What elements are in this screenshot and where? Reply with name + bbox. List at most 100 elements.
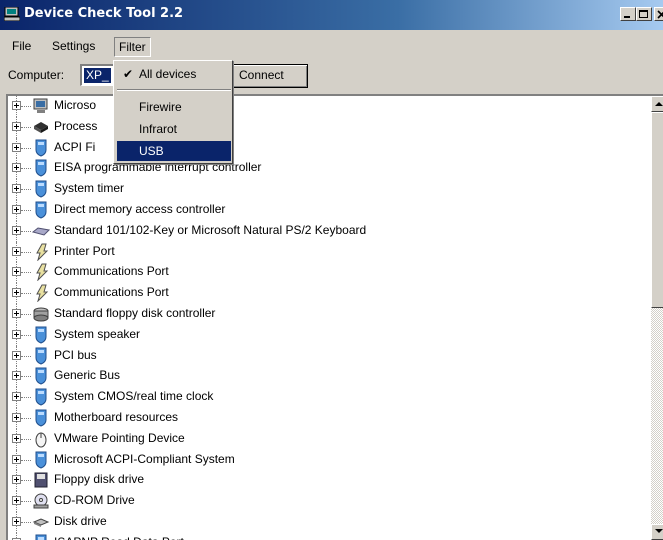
expand-plus-icon[interactable] — [12, 142, 21, 152]
tree-connector — [21, 376, 31, 378]
expand-plus-icon[interactable] — [12, 101, 21, 110]
expand-plus-icon[interactable] — [12, 371, 21, 381]
tree-connector — [21, 106, 31, 107]
expand-plus-icon[interactable] — [12, 267, 21, 277]
expand-plus-icon[interactable] — [12, 225, 21, 235]
expand-plus-icon[interactable] — [12, 308, 21, 318]
expand-plus-icon[interactable] — [12, 350, 21, 360]
device-icon — [32, 388, 50, 406]
expand-plus-icon[interactable] — [12, 163, 21, 173]
device-row[interactable]: Communications Port — [8, 283, 648, 304]
tree-connector — [21, 209, 31, 211]
device-icon — [32, 534, 50, 540]
title-bar[interactable]: Device Check Tool 2.2 — [0, 0, 663, 30]
menu-settings[interactable]: Settings — [48, 37, 99, 57]
device-row[interactable]: Communications Port — [8, 262, 648, 284]
device-icon — [32, 139, 50, 157]
tree-connector — [21, 459, 31, 461]
device-label: Floppy disk drive — [54, 472, 145, 487]
device-row[interactable]: Printer Port — [8, 241, 648, 263]
filter-usb[interactable]: USB — [117, 141, 231, 161]
device-row[interactable]: VMware Pointing Device — [8, 428, 648, 450]
device-row[interactable]: Floppy disk drive — [8, 470, 648, 492]
device-row[interactable]: ACPI Fi — [8, 137, 648, 159]
toolbar: Computer: XP_ Connect — [0, 60, 663, 90]
floppy-controller-icon — [32, 305, 50, 323]
maximize-button[interactable] — [636, 7, 652, 21]
expand-plus-icon[interactable] — [12, 246, 21, 256]
device-label: Disk drive — [54, 513, 107, 528]
device-row[interactable]: CD-ROM Drive — [8, 491, 648, 512]
minimize-button[interactable] — [620, 7, 636, 21]
expand-plus-icon[interactable] — [12, 516, 21, 526]
device-icon — [32, 347, 50, 365]
tree-connector — [21, 126, 31, 128]
device-icon — [32, 201, 50, 219]
scroll-down-button[interactable] — [651, 524, 663, 540]
menu-file[interactable]: File — [8, 37, 35, 57]
device-row[interactable]: PCI bus — [8, 345, 648, 367]
device-row[interactable]: ISAPNP Read Data Port — [8, 532, 648, 540]
device-label: PCI bus — [54, 347, 97, 362]
expand-plus-icon[interactable] — [12, 392, 21, 402]
filter-dropdown-menu: ✔ All devices Firewire Infrarot USB — [113, 60, 233, 164]
device-label: Standard floppy disk controller — [54, 305, 216, 320]
device-row[interactable]: System timer — [8, 179, 648, 200]
device-row[interactable]: System CMOS/real time clock — [8, 387, 648, 408]
expand-plus-icon[interactable] — [12, 288, 21, 298]
device-label: Microsoft ACPI-Compliant System — [54, 451, 235, 466]
device-row[interactable]: System speaker — [8, 324, 648, 346]
tree-connector — [21, 438, 31, 440]
scroll-up-button[interactable] — [651, 96, 663, 112]
filter-firewire[interactable]: Firewire — [117, 97, 231, 117]
menu-filter[interactable]: Filter — [114, 37, 151, 57]
device-label: System speaker — [54, 326, 141, 341]
tree-connector — [21, 417, 31, 419]
connect-button[interactable]: Connect — [230, 64, 308, 88]
filter-infrarot[interactable]: Infrarot — [117, 119, 231, 139]
device-tree[interactable]: Microso Process ACPI Fi EISA programmable i… — [6, 94, 663, 540]
filter-all-devices[interactable]: ✔ All devices — [117, 64, 231, 84]
scrollbar-thumb[interactable] — [651, 112, 663, 308]
expand-plus-icon[interactable] — [12, 475, 21, 485]
vertical-scrollbar[interactable] — [651, 96, 663, 540]
expand-plus-icon[interactable] — [12, 204, 21, 214]
expand-plus-icon[interactable] — [12, 412, 21, 422]
device-row[interactable]: Motherboard resources — [8, 407, 648, 429]
device-icon — [32, 367, 50, 385]
processor-icon — [32, 118, 50, 136]
device-row[interactable]: EISA programmable interrupt controller — [8, 158, 648, 180]
port-icon — [32, 263, 50, 283]
device-row[interactable]: Generic Bus — [8, 366, 648, 388]
device-row[interactable]: Microsoft ACPI-Compliant System — [8, 449, 648, 471]
expand-plus-icon[interactable] — [12, 454, 21, 464]
mouse-icon — [32, 430, 50, 448]
expand-plus-icon[interactable] — [12, 433, 21, 443]
tree-connector — [21, 272, 31, 274]
expand-plus-icon[interactable] — [12, 184, 21, 194]
device-label: Process — [54, 118, 98, 133]
device-row[interactable]: Standard 101/102-Key or Microsoft Natura… — [8, 220, 648, 242]
device-row[interactable]: Direct memory access controller — [8, 199, 648, 221]
device-label: ISAPNP Read Data Port — [54, 535, 184, 540]
device-row[interactable]: Microso — [8, 96, 648, 117]
cdrom-icon — [32, 492, 50, 510]
tree-connector — [21, 501, 31, 503]
tree-connector — [21, 480, 31, 482]
window-title: Device Check Tool 2.2 — [24, 6, 184, 21]
expand-plus-icon[interactable] — [12, 329, 21, 339]
app-computer-icon — [3, 6, 21, 22]
device-label: Motherboard resources — [54, 409, 179, 424]
tree-connector — [21, 355, 31, 357]
tree-connector — [21, 313, 31, 315]
device-icon — [32, 326, 50, 344]
disk-icon — [32, 513, 50, 531]
device-row[interactable]: Standard floppy disk controller — [8, 303, 648, 325]
expand-plus-icon[interactable] — [12, 121, 21, 131]
tree-connector — [21, 189, 31, 191]
device-row[interactable]: Disk drive — [8, 511, 648, 533]
expand-plus-icon[interactable] — [12, 496, 21, 506]
device-row[interactable]: Process — [8, 116, 648, 138]
device-list: Microso Process ACPI Fi EISA programmable i… — [8, 96, 648, 540]
close-button[interactable] — [654, 7, 663, 21]
